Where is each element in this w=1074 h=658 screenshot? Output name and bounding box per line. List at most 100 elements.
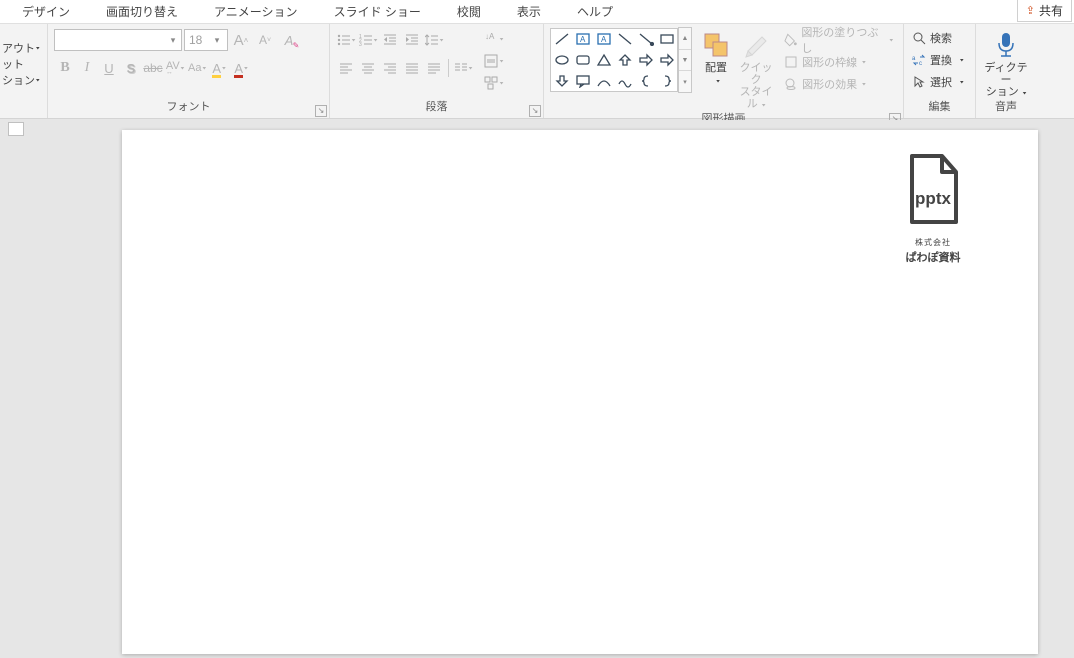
bullets-button[interactable]: ▾ xyxy=(336,29,356,51)
align-text-button[interactable]: ▾ xyxy=(479,50,507,72)
shape-effects-button[interactable]: 図形の効果▾ xyxy=(780,74,897,94)
shape-ellipse-icon[interactable] xyxy=(551,50,572,71)
shape-textbox-b-icon[interactable]: A xyxy=(593,29,614,50)
quick-styles-icon xyxy=(741,30,771,60)
change-case-button[interactable]: Aa▾ xyxy=(186,57,208,79)
shape-arrow-up-icon[interactable] xyxy=(614,50,635,71)
tab-help[interactable]: ヘルプ xyxy=(559,0,631,24)
distribute-icon xyxy=(427,61,441,75)
tab-animations[interactable]: アニメーション xyxy=(196,0,316,24)
shape-fill-button[interactable]: 図形の塗りつぶし▾ xyxy=(780,30,897,50)
replace-icon: ac xyxy=(912,53,926,67)
font-dialog-launcher[interactable]: ↘ xyxy=(315,105,327,117)
text-direction-button[interactable]: ↓A▾ xyxy=(479,28,507,50)
align-right-button[interactable] xyxy=(380,57,400,79)
text-shadow-button[interactable]: S xyxy=(120,57,142,79)
columns-button[interactable]: ▾ xyxy=(453,57,473,79)
strikethrough-button[interactable]: abc xyxy=(142,57,164,79)
font-name-combo[interactable]: ▾ xyxy=(54,29,182,51)
microphone-icon xyxy=(991,30,1021,60)
shape-connector-icon[interactable] xyxy=(635,29,656,50)
shape-callout-icon[interactable] xyxy=(572,70,593,91)
grow-font-button[interactable]: A˄ xyxy=(230,29,252,51)
shrink-font-button[interactable]: A˅ xyxy=(254,29,276,51)
paragraph-dialog-launcher[interactable]: ↘ xyxy=(529,105,541,117)
select-button[interactable]: 選択▾ xyxy=(910,72,966,92)
align-text-icon xyxy=(483,53,499,69)
quick-styles-button[interactable]: クイックスタイル ▾ xyxy=(736,28,776,112)
bold-button[interactable]: B xyxy=(54,57,76,79)
decrease-indent-button[interactable] xyxy=(380,29,400,51)
bullets-icon xyxy=(337,33,351,47)
shape-outline-button[interactable]: 図形の枠線▾ xyxy=(780,52,897,72)
shape-wave-icon[interactable] xyxy=(614,70,635,91)
group-slides-label xyxy=(0,100,47,118)
ribbon: アウト▾ ット ション▾ ▾ 18 ▾ A˄ A˅ A✎ xyxy=(0,24,1074,119)
char-spacing-button[interactable]: AV↔▾ xyxy=(164,57,186,79)
shape-rect-icon[interactable] xyxy=(656,29,677,50)
shapes-gallery[interactable]: A A xyxy=(550,28,678,92)
group-slides-fragment: アウト▾ ット ション▾ xyxy=(0,24,48,118)
svg-text:pptx: pptx xyxy=(915,189,951,208)
main-tabs-bar: デザイン 画面切り替え アニメーション スライド ショー 校閲 表示 ヘルプ ⇪… xyxy=(0,0,1074,24)
replace-button[interactable]: ac 置換▾ xyxy=(910,50,966,70)
align-center-button[interactable] xyxy=(358,57,378,79)
section-button[interactable]: ション▾ xyxy=(2,72,40,88)
shape-textbox-a-icon[interactable]: A xyxy=(572,29,593,50)
share-button[interactable]: ⇪ 共有 xyxy=(1017,0,1072,22)
font-name-arrow-icon: ▾ xyxy=(167,35,179,46)
shape-curve-icon[interactable] xyxy=(593,70,614,91)
tab-transitions[interactable]: 画面切り替え xyxy=(88,0,196,24)
line-spacing-button[interactable]: ▾ xyxy=(424,29,444,51)
gallery-more-button[interactable]: ▾ xyxy=(679,71,691,92)
layout-button[interactable]: アウト▾ xyxy=(2,40,40,56)
tab-design[interactable]: デザイン xyxy=(4,0,88,24)
group-paragraph-label: 段落 ↘ xyxy=(330,100,543,118)
justify-button[interactable] xyxy=(402,57,422,79)
slide-logo: pptx 株式会社 ぱわぽ資料 xyxy=(898,152,968,265)
text-direction-icon: ↓A xyxy=(483,31,499,47)
shape-brace-left-icon[interactable] xyxy=(635,70,656,91)
italic-button[interactable]: I xyxy=(76,57,98,79)
group-voice-label: 音声 xyxy=(976,100,1036,118)
svg-text:↓A: ↓A xyxy=(485,32,495,41)
slide-logo-main: ぱわぽ資料 xyxy=(898,249,968,265)
clear-format-button[interactable]: A✎ xyxy=(278,29,300,51)
increase-indent-button[interactable] xyxy=(402,29,422,51)
shape-diagonal-icon[interactable] xyxy=(614,29,635,50)
numbering-button[interactable]: 123▾ xyxy=(358,29,378,51)
gallery-down-button[interactable]: ▼ xyxy=(679,50,691,72)
reset-button[interactable]: ット xyxy=(2,56,24,72)
shape-triangle-icon[interactable] xyxy=(593,50,614,71)
group-editing: 検索 ac 置換▾ 選択▾ 編集 xyxy=(904,24,976,118)
share-label: 共有 xyxy=(1039,2,1063,19)
highlight-color-button[interactable]: A▾ xyxy=(208,57,230,79)
shape-arrow-down-icon[interactable] xyxy=(551,70,572,91)
align-left-button[interactable] xyxy=(336,57,356,79)
tab-slideshow[interactable]: スライド ショー xyxy=(316,0,439,24)
group-drawing: A A xyxy=(544,24,904,118)
font-size-combo[interactable]: 18 ▾ xyxy=(184,29,228,51)
share-icon: ⇪ xyxy=(1026,4,1035,17)
distribute-button[interactable] xyxy=(424,57,444,79)
dictate-button[interactable]: ディクテーション ▾ xyxy=(982,28,1030,100)
arrange-button[interactable]: 配置 ▾ xyxy=(696,28,736,88)
tab-view[interactable]: 表示 xyxy=(499,0,559,24)
shape-brace-right-icon[interactable] xyxy=(656,70,677,91)
font-size-value: 18 xyxy=(189,33,202,47)
select-icon xyxy=(912,75,926,89)
font-color-button[interactable]: A▾ xyxy=(230,57,252,79)
underline-button[interactable]: U xyxy=(98,57,120,79)
tab-review[interactable]: 校閲 xyxy=(439,0,499,24)
workspace: pptx 株式会社 ぱわぽ資料 xyxy=(0,120,1074,658)
shape-fill-icon xyxy=(784,33,797,47)
shape-arrow-right-icon[interactable] xyxy=(635,50,656,71)
shape-arrow-outline-icon[interactable] xyxy=(656,50,677,71)
find-button[interactable]: 検索 xyxy=(910,28,954,48)
gallery-up-button[interactable]: ▲ xyxy=(679,28,691,50)
shape-roundrect-icon[interactable] xyxy=(572,50,593,71)
shape-line-icon[interactable] xyxy=(551,29,572,50)
slide-logo-sub: 株式会社 xyxy=(898,237,968,248)
smartart-button[interactable]: ▾ xyxy=(479,72,507,94)
slide-canvas[interactable]: pptx 株式会社 ぱわぽ資料 xyxy=(122,130,1038,654)
